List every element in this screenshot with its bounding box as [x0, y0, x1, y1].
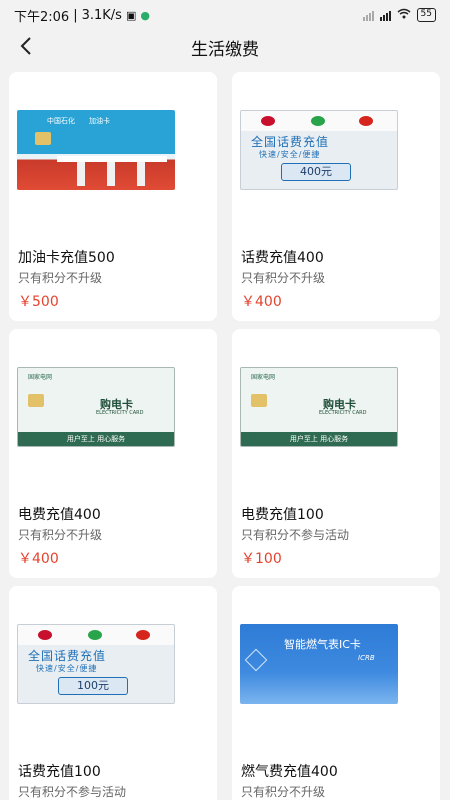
product-card[interactable]: 国家电网 购电卡 ELECTRICITY CARD 用户至上 用心服务 电费充值… — [232, 329, 440, 578]
chip-icon — [251, 394, 267, 407]
status-bar: 下午2:06 | 3.1K/s ▣ ● 55 — [0, 0, 450, 30]
product-title: 燃气费充值400 — [241, 764, 338, 780]
product-subtitle: 只有积分不升级 — [241, 271, 326, 285]
phone-card-image: 全国话费充值 快速/安全/便捷 100元 — [17, 624, 175, 704]
phone-card-image: 全国话费充值 快速/安全/便捷 400元 — [240, 110, 398, 190]
product-title: 话费充值400 — [241, 250, 324, 266]
chip-icon — [28, 394, 44, 407]
status-speed: 3.1K/s — [81, 7, 122, 23]
battery-icon: 55 — [416, 8, 436, 22]
product-card[interactable]: 全国话费充值 快速/安全/便捷 100元 话费充值100 只有积分不参与活动 — [9, 586, 217, 800]
product-card[interactable]: 全国话费充值 快速/安全/便捷 400元 话费充值400 只有积分不升级 ￥40… — [232, 72, 440, 321]
product-subtitle: 只有积分不升级 — [18, 271, 103, 285]
electricity-card-image: 国家电网 购电卡 ELECTRICITY CARD 用户至上 用心服务 — [17, 367, 175, 447]
product-title: 电费充值400 — [18, 507, 101, 523]
product-grid: 中国石化 加油卡 加油卡充值500 只有积分不升级 ￥500 全国话费充值 快速… — [9, 72, 441, 800]
image-text: 快速/安全/便捷 — [259, 150, 321, 159]
image-text: 国家电网 — [28, 374, 53, 381]
product-subtitle: 只有积分不升级 — [18, 528, 103, 542]
pump — [77, 162, 85, 186]
image-text: 全国话费充值 — [28, 649, 107, 663]
image-text: 400元 — [281, 163, 351, 181]
product-price: ￥400 — [241, 294, 282, 310]
product-price: ￥500 — [18, 294, 59, 310]
status-left: 下午2:06 | 3.1K/s ▣ ● — [14, 6, 150, 25]
product-subtitle: 只有积分不参与活动 — [18, 785, 127, 799]
product-price: ￥100 — [241, 551, 282, 567]
fuel-card-image: 中国石化 加油卡 — [17, 110, 175, 190]
product-price: ￥400 — [18, 551, 59, 567]
wechat-icon: ● — [140, 8, 150, 22]
unicom-logo-icon — [359, 116, 373, 126]
product-card[interactable]: 智能燃气表IC卡 ICRB 燃气费充值400 只有积分不升级 — [232, 586, 440, 800]
product-card[interactable]: 中国石化 加油卡 加油卡充值500 只有积分不升级 ￥500 — [9, 72, 217, 321]
signal-icon-secondary — [362, 10, 374, 21]
signal-icon — [379, 10, 391, 21]
status-time: 下午2:06 — [14, 9, 70, 25]
product-subtitle: 只有积分不升级 — [241, 785, 326, 799]
wifi-icon — [397, 8, 411, 22]
image-text: ELECTRICITY CARD — [319, 410, 367, 416]
image-text: 全国话费充值 — [251, 135, 330, 149]
page-title: 生活缴费 — [191, 39, 259, 60]
electricity-card-image: 国家电网 购电卡 ELECTRICITY CARD 用户至上 用心服务 — [240, 367, 398, 447]
image-text: 100元 — [58, 677, 128, 695]
gas-card-image: 智能燃气表IC卡 ICRB — [240, 624, 398, 704]
image-text: 加油卡 — [89, 117, 110, 125]
product-card[interactable]: 国家电网 购电卡 ELECTRICITY CARD 用户至上 用心服务 电费充值… — [9, 329, 217, 578]
status-right: 55 — [362, 8, 436, 22]
product-subtitle: 只有积分不参与活动 — [241, 528, 350, 542]
pump — [137, 162, 145, 186]
image-text: 用户至上 用心服务 — [241, 432, 397, 446]
telecom-logo-icon — [38, 630, 52, 640]
image-text: 中国石化 — [47, 117, 75, 125]
chip-icon — [35, 132, 51, 145]
image-text: 智能燃气表IC卡 — [284, 638, 361, 651]
pump — [107, 162, 115, 186]
product-title: 加油卡充值500 — [18, 250, 115, 266]
mobile-logo-icon — [311, 116, 325, 126]
unicom-logo-icon — [136, 630, 150, 640]
status-divider: | — [73, 7, 78, 23]
back-button[interactable] — [14, 32, 38, 60]
image-text: 用户至上 用心服务 — [18, 432, 174, 446]
nav-bar: 生活缴费 — [0, 30, 450, 64]
product-title: 电费充值100 — [241, 507, 324, 523]
arrow-icon — [244, 648, 268, 672]
image-text: 快速/安全/便捷 — [36, 664, 98, 673]
image-text: ICRB — [358, 654, 375, 662]
mobile-logo-icon — [88, 630, 102, 640]
telecom-logo-icon — [261, 116, 275, 126]
nfc-icon: ▣ — [125, 8, 137, 22]
image-text: 国家电网 — [251, 374, 276, 381]
product-title: 话费充值100 — [18, 764, 101, 780]
chevron-left-icon — [20, 37, 31, 55]
image-text: ELECTRICITY CARD — [96, 410, 144, 416]
